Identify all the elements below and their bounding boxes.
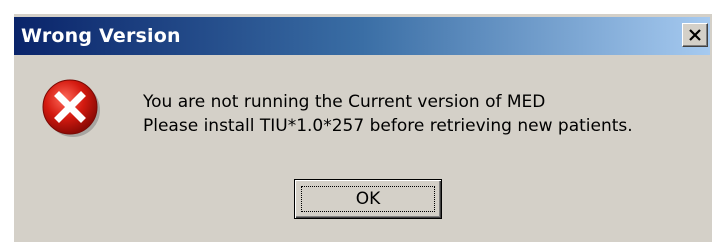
message-line-2: Please install TIU*1.0*257 before retrie… bbox=[143, 116, 633, 136]
ok-button-label: OK bbox=[355, 189, 381, 209]
message-dialog: Wrong Version You are not running the Cu… bbox=[12, 12, 712, 242]
error-icon bbox=[42, 79, 100, 137]
title-bar[interactable]: Wrong Version bbox=[14, 17, 710, 55]
close-icon bbox=[689, 29, 701, 41]
close-button[interactable] bbox=[682, 23, 708, 47]
message-line-1: You are not running the Current version … bbox=[143, 92, 546, 112]
dialog-title: Wrong Version bbox=[21, 25, 181, 47]
ok-button[interactable]: OK bbox=[294, 179, 442, 219]
message-text: You are not running the Current version … bbox=[143, 90, 633, 138]
